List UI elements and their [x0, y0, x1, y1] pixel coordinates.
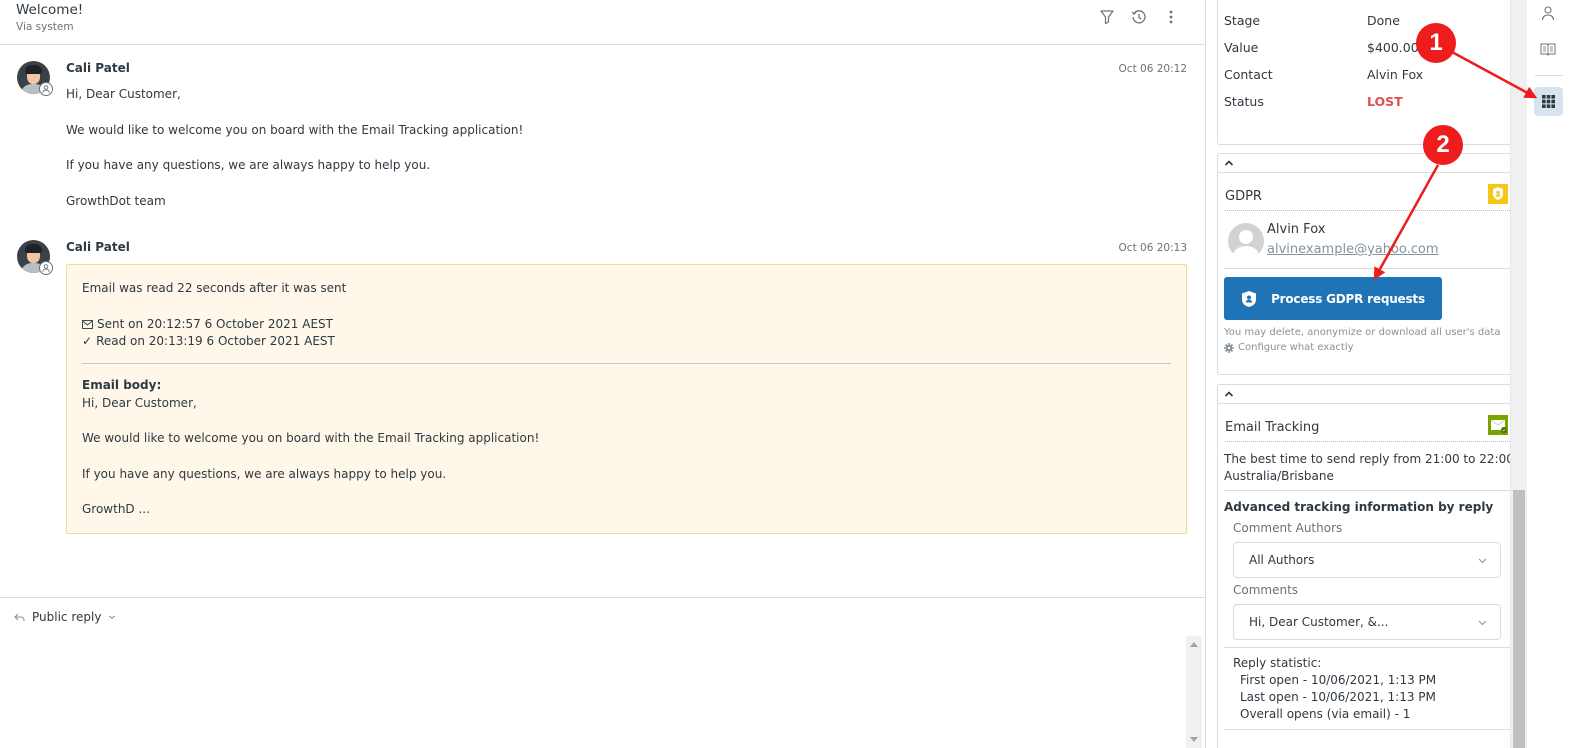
- message-line: If you have any questions, we are always…: [66, 158, 431, 172]
- ticket-header: Welcome! Via system: [0, 0, 1205, 45]
- scroll-up-icon[interactable]: [1190, 642, 1198, 647]
- chevron-up-icon: [1224, 391, 1234, 397]
- message-author[interactable]: Cali Patel: [66, 61, 130, 75]
- knowledge-book-icon[interactable]: [1537, 38, 1559, 60]
- context-icon-rail: [1527, 0, 1586, 748]
- message-author[interactable]: Cali Patel: [66, 240, 130, 254]
- process-gdpr-label: Process GDPR requests: [1271, 291, 1425, 306]
- conversation-pane: Welcome! Via system Cali Patel Oct 06 20…: [0, 0, 1206, 748]
- email-body-label: Email body:: [82, 378, 162, 392]
- ticket-title: Welcome!: [16, 2, 84, 18]
- filter-icon[interactable]: [1098, 8, 1116, 26]
- gdpr-user-name: Alvin Fox: [1267, 222, 1326, 237]
- process-gdpr-button[interactable]: Process GDPR requests: [1224, 277, 1442, 320]
- deal-status-badge: LOST: [1367, 94, 1403, 109]
- app-title: GDPR: [1225, 189, 1262, 204]
- deal-label: Status: [1224, 94, 1264, 109]
- divider: [82, 363, 1171, 364]
- shield-user-icon: [1242, 290, 1257, 307]
- reply-statistic-line: Last open - 10/06/2021, 1:13 PM: [1240, 690, 1436, 704]
- title-divider: [1225, 210, 1510, 211]
- advanced-tracking-title: Advanced tracking information by reply: [1224, 500, 1494, 514]
- comment-authors-select[interactable]: All Authors: [1233, 542, 1501, 578]
- agent-badge-icon: [39, 261, 53, 275]
- chevron-up-icon: [1224, 160, 1234, 166]
- divider: [1224, 268, 1510, 269]
- reply-mode-dropdown[interactable]: Public reply: [13, 610, 117, 624]
- message-line: We would like to welcome you on board wi…: [66, 123, 524, 137]
- email-body-line: GrowthD ...: [82, 502, 150, 516]
- history-icon[interactable]: [1130, 8, 1148, 26]
- read-text: Read on 20:13:19 6 October 2021 AEST: [96, 334, 335, 348]
- email-body-line: Hi, Dear Customer,: [82, 396, 197, 410]
- email-tracking-app-card: Email Tracking The best time to send rep…: [1217, 384, 1514, 748]
- message-line: GrowthDot team: [66, 194, 166, 208]
- chevron-down-icon: [1478, 558, 1487, 564]
- deal-value: $400.00: [1367, 40, 1419, 55]
- comment-authors-label: Comment Authors: [1233, 521, 1343, 535]
- deal-label: Contact: [1224, 67, 1273, 82]
- reply-arrow-icon: [14, 613, 25, 621]
- comments-select[interactable]: Hi, Dear Customer, &...: [1233, 604, 1501, 640]
- sent-info: Sent on 20:12:57 6 October 2021 AEST: [82, 317, 333, 331]
- configure-label: Configure what exactly: [1238, 342, 1354, 353]
- divider: [1224, 647, 1510, 648]
- sent-text: Sent on 20:12:57 6 October 2021 AEST: [97, 317, 333, 331]
- best-time-text: The best time to send reply from 21:00 t…: [1224, 452, 1514, 466]
- divider: [1535, 75, 1563, 76]
- collapse-toggle[interactable]: [1218, 385, 1511, 404]
- message-timestamp: Oct 06 20:12: [1118, 63, 1187, 75]
- message-timestamp: Oct 06 20:13: [1118, 242, 1187, 254]
- email-body-line: We would like to welcome you on board wi…: [82, 431, 540, 445]
- chevron-down-icon: [1478, 620, 1487, 626]
- annotation-badge-1: 1: [1416, 23, 1456, 63]
- read-info: ✓ Read on 20:13:19 6 October 2021 AEST: [82, 334, 335, 348]
- app-title: Email Tracking: [1225, 420, 1320, 435]
- gdpr-app-card: GDPR Alvin Fox alvinexample@yahoo.com Pr…: [1217, 153, 1511, 375]
- agent-badge-icon: [39, 82, 53, 96]
- apps-grid-icon[interactable]: [1534, 87, 1563, 116]
- selected-value: All Authors: [1249, 553, 1315, 567]
- divider: [1224, 490, 1510, 491]
- read-summary: Email was read 22 seconds after it was s…: [82, 281, 347, 295]
- selected-value: Hi, Dear Customer, &...: [1249, 615, 1389, 629]
- deal-label: Stage: [1224, 13, 1261, 28]
- reply-statistic-line: First open - 10/06/2021, 1:13 PM: [1240, 673, 1437, 687]
- more-vertical-icon[interactable]: [1162, 8, 1180, 26]
- reply-editor[interactable]: [0, 636, 1186, 748]
- message-line: Hi, Dear Customer,: [66, 87, 181, 101]
- annotation-badge-2: 2: [1423, 125, 1463, 165]
- gear-icon: [1224, 342, 1234, 353]
- configure-link[interactable]: Configure what exactly: [1224, 342, 1354, 353]
- comments-label: Comments: [1233, 583, 1299, 597]
- scroll-down-icon[interactable]: [1190, 737, 1198, 742]
- email-tracking-logo-icon: [1488, 415, 1508, 435]
- gdpr-shield-logo-icon: [1488, 184, 1508, 204]
- divider: [1224, 729, 1510, 730]
- editor-scrollbar[interactable]: [1186, 636, 1202, 748]
- reply-mode-label: Public reply: [32, 610, 102, 624]
- reply-statistic-line: Overall opens (via email) - 1: [1240, 707, 1411, 721]
- timezone-text: Australia/Brisbane: [1224, 469, 1334, 483]
- gdpr-hint-text: You may delete, anonymize or download al…: [1224, 327, 1501, 338]
- collapse-toggle[interactable]: [1218, 154, 1511, 173]
- chevron-down-icon: [109, 615, 116, 619]
- reply-statistic-title: Reply statistic:: [1233, 656, 1322, 670]
- deal-value: Done: [1367, 13, 1400, 28]
- checkmark-icon: ✓: [82, 334, 93, 348]
- tracking-info-box: Email was read 22 seconds after it was s…: [66, 264, 1187, 534]
- deal-card: Stage Done Value $400.00 Contact Alvin F…: [1217, 0, 1510, 145]
- apps-panel-scrollbar[interactable]: [1510, 0, 1527, 748]
- deal-value: Alvin Fox: [1367, 67, 1424, 82]
- user-icon[interactable]: [1537, 2, 1559, 24]
- gdpr-user-email-link[interactable]: alvinexample@yahoo.com: [1267, 242, 1439, 257]
- ticket-channel: Via system: [16, 21, 74, 33]
- user-avatar: [1228, 223, 1264, 259]
- title-divider: [1225, 441, 1510, 442]
- deal-label: Value: [1224, 40, 1259, 55]
- reply-divider: [0, 597, 1205, 598]
- email-body-line: If you have any questions, we are always…: [82, 467, 447, 481]
- envelope-icon: [82, 319, 93, 329]
- scrollbar-thumb[interactable]: [1513, 490, 1525, 748]
